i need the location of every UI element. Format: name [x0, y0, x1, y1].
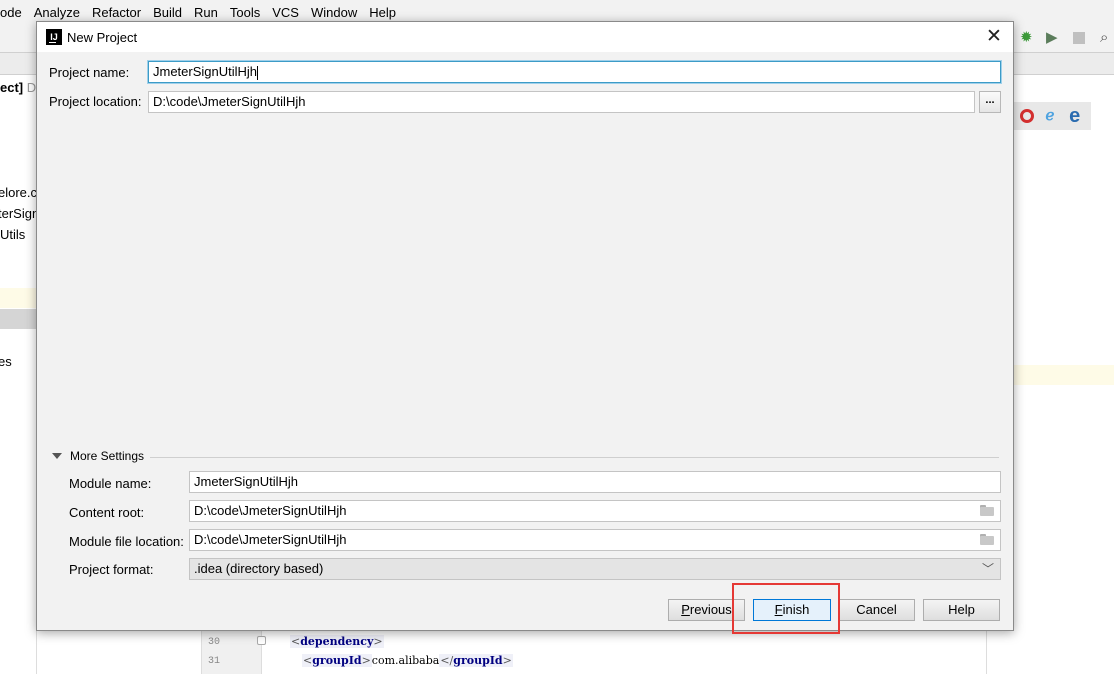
code-line: <dependency> — [290, 635, 384, 648]
menu-code[interactable]: ode — [0, 5, 28, 20]
menu-analyze[interactable]: Analyze — [28, 5, 86, 20]
code-line: <groupId>com.alibaba</groupId> — [302, 654, 513, 667]
fold-icon[interactable] — [257, 636, 266, 645]
menu-run[interactable]: Run — [188, 5, 224, 20]
project-tool-window: ect] D elore.c terSign Utils es — [0, 75, 37, 674]
module-name-input[interactable]: JmeterSignUtilHjh — [189, 471, 1001, 493]
caret-row-highlight — [0, 288, 36, 308]
module-file-location-input[interactable]: D:\code\JmeterSignUtilHjh — [189, 529, 1001, 551]
menu-help[interactable]: Help — [363, 5, 402, 20]
stop-icon[interactable] — [1073, 32, 1085, 44]
caret-row-highlight — [1013, 365, 1114, 385]
edge-icon[interactable]: e — [1066, 106, 1084, 126]
project-tree-item[interactable]: es — [0, 354, 12, 369]
folder-icon[interactable] — [980, 534, 994, 545]
menu-vcs[interactable]: VCS — [266, 5, 305, 20]
project-location-input[interactable]: D:\code\JmeterSignUtilHjh — [148, 91, 975, 113]
project-tree-item[interactable]: Utils — [0, 227, 25, 242]
menu-build[interactable]: Build — [147, 5, 188, 20]
more-settings-toggle[interactable]: More Settings — [52, 449, 144, 463]
browse-button[interactable]: ... — [979, 91, 1001, 113]
content-root-input[interactable]: D:\code\JmeterSignUtilHjh — [189, 500, 1001, 522]
module-file-location-label: Module file location: — [69, 534, 184, 549]
line-gutter: 30 31 — [202, 630, 266, 674]
menu-tools[interactable]: Tools — [224, 5, 266, 20]
selected-row-highlight — [0, 309, 36, 329]
browser-popup: ℯ e — [1013, 102, 1091, 130]
menu-window[interactable]: Window — [305, 5, 363, 20]
module-name-label: Module name: — [69, 476, 152, 491]
cancel-button[interactable]: Cancel — [838, 599, 915, 621]
chevron-down-icon — [52, 453, 62, 459]
project-name-input[interactable]: JmeterSignUtilHjh — [148, 61, 1001, 83]
project-tree-item[interactable]: elore.c — [0, 185, 36, 200]
code-editor[interactable]: 30 31 <dependency> <groupId>com.alibaba<… — [201, 630, 987, 674]
project-location-label: Project location: — [49, 94, 142, 109]
debug-icon[interactable]: ✹ — [1020, 30, 1036, 46]
project-format-select[interactable]: .idea (directory based) ﹀ — [189, 558, 1001, 580]
project-format-label: Project format: — [69, 562, 154, 577]
chevron-down-icon: ﹀ — [981, 562, 994, 576]
line-number: 31 — [208, 656, 221, 667]
menu-refactor[interactable]: Refactor — [86, 5, 147, 20]
help-button[interactable]: Help — [923, 599, 1000, 621]
dialog-title-bar[interactable]: IJ New Project ✕ — [37, 22, 1013, 52]
opera-icon[interactable] — [1020, 109, 1035, 123]
project-tree-item[interactable]: terSign — [0, 206, 36, 221]
coverage-icon[interactable]: ▶ — [1046, 30, 1062, 46]
highlight-annotation — [732, 583, 840, 634]
intellij-icon: IJ — [46, 29, 62, 45]
close-icon[interactable]: ✕ — [983, 26, 1005, 48]
project-root-item[interactable]: ect] D — [0, 80, 36, 95]
new-project-dialog: IJ New Project ✕ Project name: JmeterSig… — [36, 21, 1014, 631]
content-root-label: Content root: — [69, 505, 145, 520]
search-icon[interactable]: ⌕ — [1100, 30, 1114, 46]
line-number: 30 — [208, 637, 221, 648]
dialog-title: New Project — [67, 29, 138, 45]
folder-icon[interactable] — [980, 505, 994, 516]
ie-icon[interactable]: ℯ — [1041, 107, 1059, 125]
project-name-label: Project name: — [49, 65, 130, 80]
more-settings-divider — [150, 457, 999, 458]
